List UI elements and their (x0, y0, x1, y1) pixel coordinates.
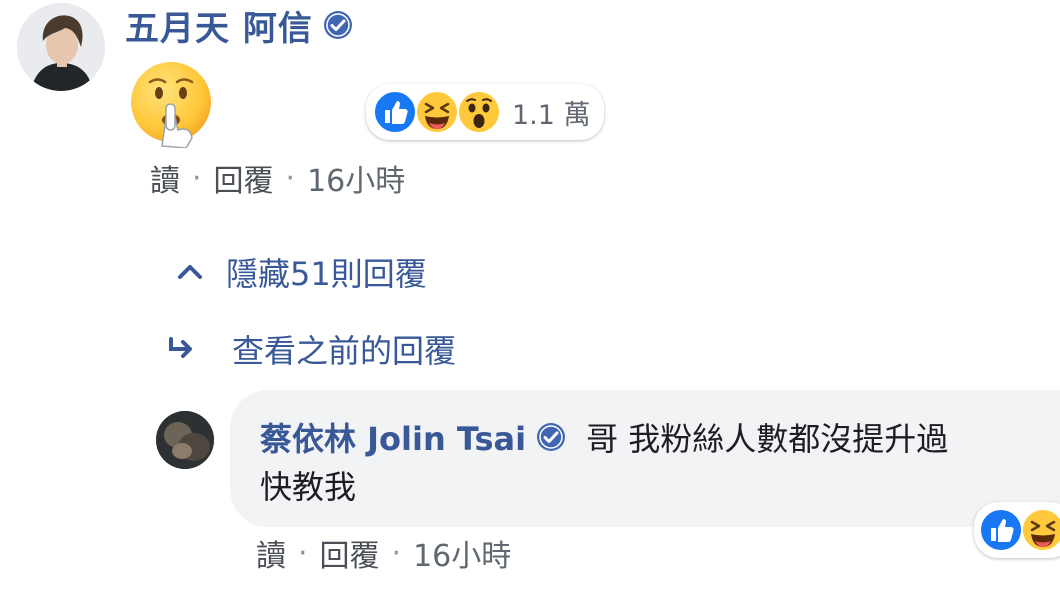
like-reaction-icon (979, 508, 1023, 552)
avatar-photo (17, 3, 105, 91)
reply-author-name[interactable]: 蔡依林 Jolin Tsai (260, 414, 526, 460)
reply-first-line: 蔡依林 Jolin Tsai 哥 我粉絲人數都沒提升過 (260, 413, 948, 461)
haha-reaction-icon (415, 90, 459, 134)
separator-dot: · (391, 535, 402, 571)
haha-reaction-icon (1021, 508, 1060, 552)
separator-dot: · (192, 160, 202, 196)
reply-actions: 讀 · 回覆 · 16小時 (256, 531, 511, 575)
reply-timestamp[interactable]: 16小時 (413, 531, 511, 575)
comment-actions: 讀 · 回覆 · 16小時 (150, 156, 405, 200)
reply-link[interactable]: 回覆 (320, 531, 380, 575)
hide-replies-toggle[interactable]: 隱藏51則回覆 (176, 247, 427, 297)
avatar[interactable] (156, 411, 214, 469)
avatar-photo (156, 411, 214, 469)
comment-header: 五月天 阿信 (125, 1, 353, 50)
view-previous-replies-label: 查看之前的回覆 (232, 332, 457, 370)
separator-dot: · (285, 160, 296, 196)
like-reaction-icon (373, 90, 417, 134)
like-link[interactable]: 讀 (150, 156, 180, 200)
separator-dot: · (298, 535, 308, 571)
view-previous-replies[interactable]: 查看之前的回覆 (166, 326, 456, 372)
comment-author-name[interactable]: 五月天 阿信 (125, 1, 313, 50)
wow-reaction-icon (457, 90, 501, 134)
reply-link[interactable]: 回覆 (214, 156, 274, 200)
hide-replies-label: 隱藏51則回覆 (226, 255, 427, 293)
reply-reactions[interactable] (974, 502, 1060, 558)
comment-reactions[interactable]: 1.1 萬 (366, 84, 604, 140)
verified-badge-icon (323, 11, 352, 39)
chevron-up-icon (178, 265, 202, 279)
reply-text-continued: 快教我 (260, 468, 357, 506)
reply-text: 哥 我粉絲人數都沒提升過 (586, 420, 949, 458)
shushing-face-emoji (131, 62, 211, 148)
verified-badge-icon (537, 423, 566, 451)
comment-timestamp[interactable]: 16小時 (307, 156, 405, 200)
avatar[interactable] (17, 3, 105, 91)
reply-arrow-icon (169, 337, 192, 358)
like-link[interactable]: 讀 (256, 531, 286, 575)
reaction-count: 1.1 萬 (512, 99, 591, 131)
